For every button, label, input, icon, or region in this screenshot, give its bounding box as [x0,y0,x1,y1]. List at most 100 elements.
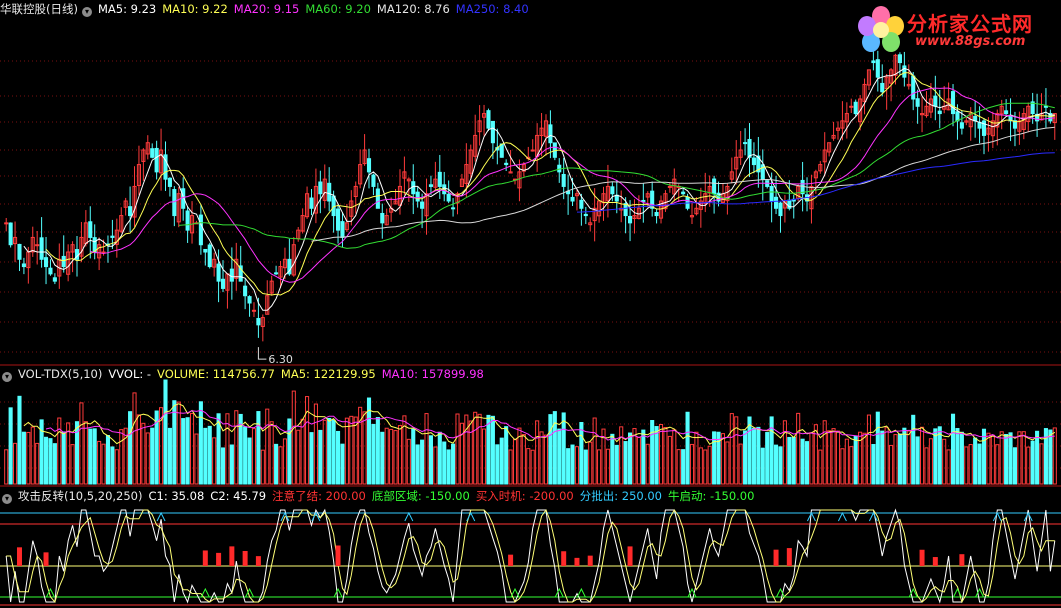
signal-bar [786,548,792,566]
sell-arrow-marker [992,511,1002,522]
volume-bar [8,407,13,485]
volume-bar [1008,432,1013,485]
candle-body [17,243,22,260]
volume-bar [689,443,695,485]
candle-body [437,171,442,187]
volume-bar [57,417,62,485]
candle-body [610,186,615,195]
volume-bar [977,443,982,485]
volume-bar [384,427,389,485]
volume-bar [787,436,792,485]
candle-body [247,296,252,304]
volume-bar [840,448,845,485]
volume-bar [477,413,482,485]
flower-logo-icon [858,6,904,52]
volume-bar [751,427,756,485]
candle-body [774,196,779,209]
candle-body [451,207,456,210]
volume-bar [251,428,257,485]
candle-body [853,101,858,115]
candle-body [654,212,659,217]
volume-bar [835,430,841,485]
candle-body [681,191,686,195]
indicator_panel-label-6: 牛启动: -150.00 [668,489,755,503]
volume-bar [911,414,916,485]
volume-bar [703,449,708,485]
volume-bar [247,437,252,485]
volume-bar [1004,433,1009,485]
volume-bar [681,449,686,485]
volume-bar [220,447,226,485]
signal-bar [43,552,49,566]
candle-body [911,75,916,100]
volume-bar [853,435,858,485]
candle-body [243,285,248,297]
candle-body [371,174,376,187]
signal-bar [255,556,261,566]
volume-bar [163,379,168,485]
volume-bar [13,442,18,485]
volume-bar [101,443,106,485]
volume-bar [946,449,951,485]
logo-url: www.88gs.com [915,34,1026,49]
volume-bar [694,431,699,485]
volume-bar [481,428,487,485]
volume-bar [1030,440,1035,485]
candle-body [172,189,177,217]
volume_panel-label-0: VVOL: - [108,367,152,381]
volume-bar [995,444,1000,485]
volume-bar [353,416,358,485]
candle-body [229,268,234,282]
signal-bar [773,549,779,566]
volume-bar [48,438,53,485]
volume-bar [645,443,650,485]
candle-body [1043,105,1048,108]
volume-bar [424,413,429,485]
candle-body [627,215,633,224]
candle-body [915,98,920,107]
volume_panel-label-3: MA10: 157899.98 [381,367,484,381]
volume-bar [207,425,212,485]
volume-bar [526,448,531,485]
candle-body [712,178,717,195]
settings-circle-icon[interactable]: ▾ [81,7,92,17]
volume-bar [592,417,597,485]
volume-bar [968,444,973,485]
candle-body [340,221,345,238]
candle-body [256,318,261,326]
price_panel-label-5: MA250: 8.40 [455,2,529,16]
volume-bar [597,449,602,485]
volume-bar [375,417,380,485]
volume-bar [508,449,513,485]
volume-bar [676,449,681,485]
candle-body [1004,110,1009,115]
volume-bar [539,431,544,485]
indicator_panel-label-3: 底部区域: -150.00 [371,489,470,503]
settings-circle-icon[interactable]: ▾ [2,372,12,382]
settings-circle-icon[interactable]: ▾ [2,494,12,504]
volume-bar [734,416,739,485]
volume-bar [504,426,509,485]
volume-bar [331,419,336,485]
volume-bar [1035,430,1040,485]
candle-body [490,120,495,144]
stock-chart[interactable]: 6.30 [0,0,1061,608]
volume-bar [707,445,712,485]
volume-bar [499,437,504,485]
volume-bar [203,427,208,485]
volume-bar [35,442,40,485]
candle-body [39,237,44,260]
sell-arrow-marker [837,511,847,522]
volume-bar [110,446,115,485]
volume-bar [473,411,478,485]
volume-bar [256,411,261,485]
candle-body [207,244,212,268]
candle-body [583,213,588,217]
volume-bar [747,416,752,485]
signal-bar [335,545,341,566]
sell-arrow-marker [404,511,414,522]
candle-body [415,191,420,202]
volume-bar [570,444,575,485]
volume-bar [999,431,1004,485]
volume-bar [420,439,425,485]
